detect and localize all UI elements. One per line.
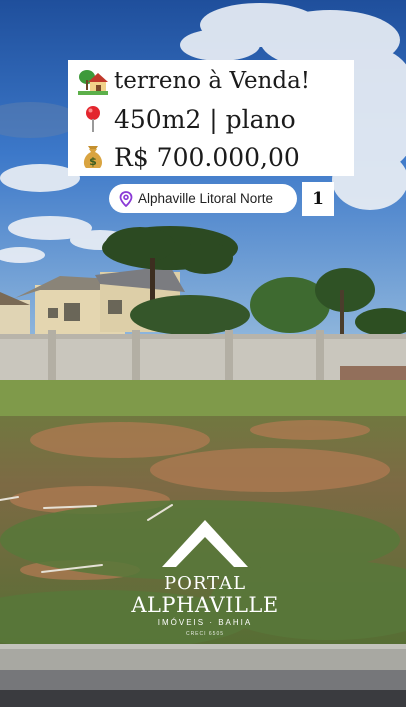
- logo-line-portal: PORTAL: [163, 573, 247, 594]
- listing-headline: terreno à Venda!: [114, 68, 311, 94]
- location-pin-icon: [119, 190, 133, 207]
- house-with-garden-icon: [78, 70, 108, 95]
- location-sticker[interactable]: Alphaville Litoral Norte: [109, 184, 297, 213]
- title-line-1: terreno à Venda!: [78, 62, 348, 100]
- listing-price: R$ 700.000,00: [114, 142, 300, 172]
- location-label: Alphaville Litoral Norte: [138, 191, 274, 206]
- title-line-2: 450m2 | plano: [78, 100, 348, 138]
- logo-line-alphaville: ALPHAVILLE: [131, 593, 279, 617]
- round-pushpin-icon: [86, 106, 100, 132]
- listing-title-card: terreno à Venda! 450m2 | plano $ R$ 700.…: [68, 60, 354, 176]
- page-indicator: 1: [302, 182, 334, 216]
- portal-alphaville-logo: PORTAL ALPHAVILLE IMÓVEIS · BAHIA CRECI …: [130, 515, 280, 645]
- logo-line-imoveis: IMÓVEIS · BAHIA: [157, 618, 253, 627]
- logo-line-creci: CRECI 6505: [185, 631, 225, 637]
- listing-area: 450m2 | plano: [114, 104, 296, 134]
- svg-text:$: $: [89, 155, 97, 168]
- curb: [0, 648, 406, 670]
- title-line-3: $ R$ 700.000,00: [78, 138, 348, 176]
- perimeter-wall: [0, 330, 406, 386]
- house-roof-icon: [162, 520, 248, 567]
- money-bag-icon: $: [83, 146, 103, 168]
